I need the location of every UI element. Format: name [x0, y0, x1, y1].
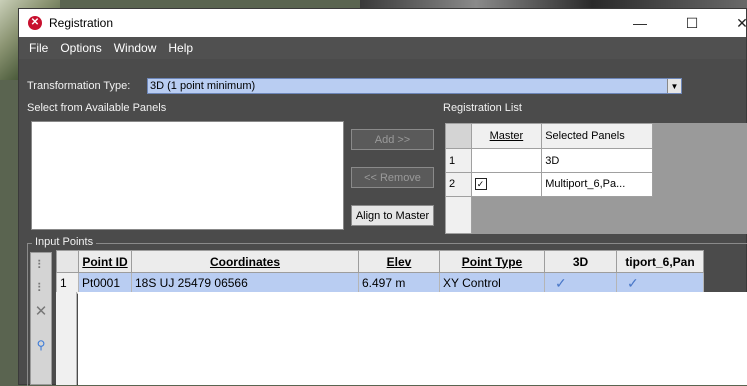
- transformation-type-value: 3D (1 point minimum): [150, 80, 255, 92]
- coordinates-column-header[interactable]: Coordinates: [132, 251, 359, 273]
- table-corner: [446, 124, 472, 149]
- elev-column-header[interactable]: Elev: [359, 251, 440, 273]
- table-row[interactable]: 1 Pt0001 18S UJ 25479 06566 6.497 m XY C…: [57, 273, 704, 294]
- title-bar: ✕ Registration — ☐ ✕: [19, 9, 746, 37]
- selected-panel-cell[interactable]: Multiport_6,Pa...: [542, 173, 653, 197]
- 3d-check-cell[interactable]: ✓: [545, 273, 617, 294]
- point-type-column-header[interactable]: Point Type: [440, 251, 545, 273]
- multiport-check-cell[interactable]: ✓: [617, 273, 704, 294]
- checkmark-icon: ✓: [627, 275, 639, 291]
- 3d-column-header[interactable]: 3D: [545, 251, 617, 273]
- menu-help[interactable]: Help: [162, 41, 199, 55]
- align-to-master-button[interactable]: Align to Master: [351, 205, 434, 226]
- master-checkbox[interactable]: ✓: [475, 178, 487, 190]
- row-number: 1: [446, 149, 472, 173]
- menu-options[interactable]: Options: [54, 41, 107, 55]
- transformation-type-select[interactable]: 3D (1 point minimum) ▼: [147, 78, 682, 94]
- point-id-cell[interactable]: Pt0001: [79, 273, 132, 294]
- maximize-button[interactable]: ☐: [670, 9, 714, 37]
- chevron-down-icon[interactable]: ▼: [667, 79, 681, 93]
- selected-panels-column-header[interactable]: Selected Panels: [542, 124, 653, 149]
- elev-cell[interactable]: 6.497 m: [359, 273, 440, 294]
- master-column-header[interactable]: Master: [471, 124, 542, 149]
- multiport-column-header[interactable]: tiport_6,Pan: [617, 251, 704, 273]
- table-corner: [57, 251, 79, 273]
- menu-bar: File Options Window Help: [19, 37, 746, 59]
- master-cell[interactable]: [471, 149, 542, 173]
- available-panels-label: Select from Available Panels: [27, 102, 166, 114]
- add-button[interactable]: Add >>: [351, 129, 434, 150]
- selected-panel-cell[interactable]: 3D: [542, 149, 653, 173]
- point-id-column-header[interactable]: Point ID: [79, 251, 132, 273]
- point-toolstrip: ⠇ ⠇ ✕ ⚲: [30, 252, 52, 385]
- window-title: Registration: [49, 16, 113, 30]
- coordinates-cell[interactable]: 18S UJ 25479 06566: [132, 273, 359, 294]
- registration-list-label: Registration List: [443, 102, 522, 114]
- row-number: 1: [57, 273, 79, 294]
- zoom-icon[interactable]: ⚲: [34, 338, 48, 352]
- checkmark-icon: ✓: [555, 275, 567, 291]
- minimize-button[interactable]: —: [618, 9, 662, 37]
- edit-point-icon[interactable]: ⠇: [34, 281, 48, 295]
- delete-icon[interactable]: ✕: [34, 305, 48, 319]
- transformation-type-label: Transformation Type:: [27, 80, 130, 92]
- input-points-table: Point ID Coordinates Elev Point Type 3D …: [56, 250, 704, 294]
- row-number: 2: [446, 173, 472, 197]
- menu-file[interactable]: File: [23, 41, 54, 55]
- table-row[interactable]: 2 ✓ Multiport_6,Pa...: [446, 173, 747, 197]
- app-icon: ✕: [28, 16, 42, 30]
- registration-list-table: Master Selected Panels 1 3D 2 ✓ Multipor…: [445, 123, 747, 234]
- input-points-empty-area: [78, 292, 747, 385]
- point-type-cell[interactable]: XY Control: [440, 273, 545, 294]
- row-header-column: [56, 292, 77, 385]
- close-button[interactable]: ✕: [720, 9, 747, 37]
- available-panels-list[interactable]: [31, 121, 344, 230]
- input-points-label: Input Points: [32, 236, 96, 248]
- menu-window[interactable]: Window: [108, 41, 163, 55]
- table-row[interactable]: 1 3D: [446, 149, 747, 173]
- remove-button[interactable]: << Remove: [351, 167, 434, 188]
- add-point-icon[interactable]: ⠇: [34, 258, 48, 272]
- master-cell[interactable]: ✓: [471, 173, 542, 197]
